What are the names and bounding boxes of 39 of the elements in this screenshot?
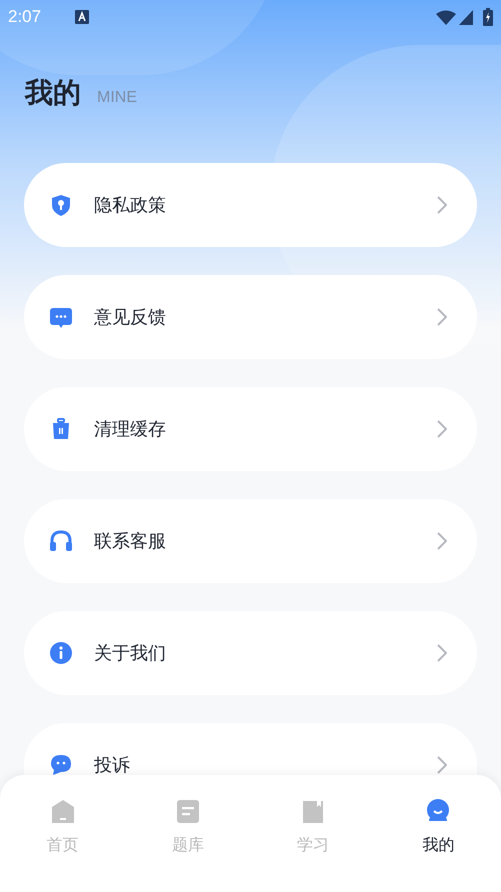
menu-label: 关于我们 bbox=[94, 644, 167, 662]
chevron-right-icon bbox=[437, 420, 447, 438]
signal-icon bbox=[459, 10, 473, 24]
status-time: 2:07 bbox=[8, 6, 42, 28]
menu-item[interactable]: 关于我们 bbox=[24, 611, 477, 695]
menu-label: 投诉 bbox=[94, 756, 131, 774]
tab-label: 首页 bbox=[46, 836, 79, 856]
chevron-right-icon bbox=[437, 644, 447, 662]
menu-label: 清理缓存 bbox=[94, 420, 167, 438]
trash-icon bbox=[50, 418, 72, 440]
battery-icon bbox=[483, 8, 493, 26]
house-icon bbox=[50, 799, 75, 824]
chevron-right-icon bbox=[437, 756, 447, 774]
tab-label: 学习 bbox=[297, 836, 330, 856]
nav-tab[interactable]: 我的 bbox=[376, 799, 501, 861]
shield-icon bbox=[50, 194, 72, 216]
menu-item[interactable]: 投诉 bbox=[24, 723, 477, 775]
document-icon bbox=[176, 799, 200, 824]
chevron-right-icon bbox=[437, 308, 447, 326]
menu-item[interactable]: 联系客服 bbox=[24, 499, 477, 583]
book-icon bbox=[301, 799, 326, 824]
chevron-right-icon bbox=[437, 196, 447, 214]
chevron-right-icon bbox=[437, 532, 447, 550]
page-subtitle: MINE bbox=[97, 90, 137, 106]
page-title: 我的 bbox=[25, 79, 81, 107]
notification-icon bbox=[75, 10, 90, 24]
menu-item[interactable]: 隐私政策 bbox=[24, 163, 477, 247]
headphones-icon bbox=[50, 530, 72, 552]
info-icon bbox=[50, 642, 72, 664]
smiley-face-icon bbox=[426, 799, 450, 824]
tab-label: 我的 bbox=[422, 836, 454, 856]
menu-label: 联系客服 bbox=[94, 532, 167, 550]
menu-item[interactable]: 清理缓存 bbox=[24, 387, 477, 471]
tab-label: 题库 bbox=[172, 836, 204, 856]
wifi-icon bbox=[436, 10, 456, 24]
menu-item[interactable]: 意见反馈 bbox=[24, 275, 477, 359]
menu-label: 意见反馈 bbox=[94, 308, 167, 326]
menu-label: 隐私政策 bbox=[94, 196, 167, 214]
chat-icon bbox=[50, 306, 72, 328]
